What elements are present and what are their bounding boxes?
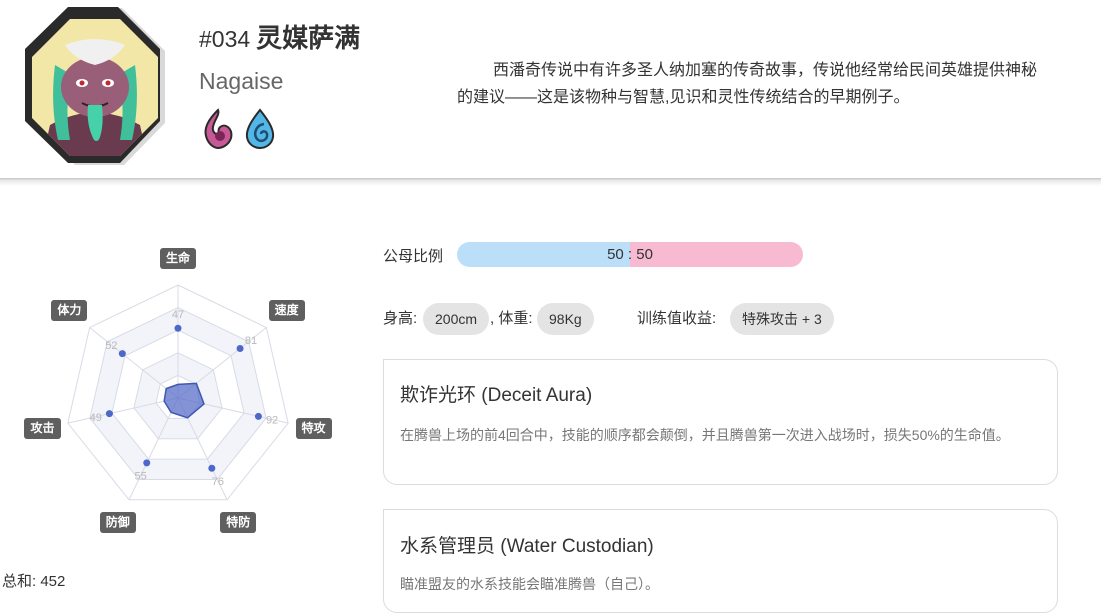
radar-stat-point — [254, 412, 262, 420]
stats-total: 总和: 452 — [2, 573, 66, 590]
monster-header: #034 灵媒萨满 Nagaise 西潘奇传说中有许多圣人纳加塞的传奇故事，传说他… — [0, 0, 1101, 178]
weight-value: 98Kg — [537, 303, 594, 335]
radar-stat-value: 76 — [212, 476, 224, 488]
radar-axis-label: 体力 — [51, 300, 88, 322]
radar-axis-label: 生命 — [160, 248, 197, 269]
spirit-type-icon[interactable] — [200, 108, 236, 150]
radar-stat-point — [118, 350, 126, 358]
ability-name: 欺诈光环 (Deceit Aura) — [400, 385, 593, 406]
description-line-1: 西潘奇传说中有许多圣人纳加塞的传奇故事，传说他经常给民间英雄提供神秘 — [493, 62, 1038, 79]
ability-name: 水系管理员 (Water Custodian) — [400, 536, 654, 557]
radar-svg: 47 81 92 76 55 49 52 — [67, 284, 289, 501]
radar-stat-value: 92 — [266, 414, 278, 426]
monster-name-en: Nagaise — [199, 68, 284, 94]
monster-number: #034 — [199, 26, 251, 52]
header-divider — [0, 178, 1101, 186]
radar-axis-label: 特防 — [220, 512, 257, 534]
ev-yield-label: 训练值收益: — [637, 310, 717, 327]
radar-axis-label: 防御 — [99, 512, 136, 534]
ev-yield-value: 特殊攻击 + 3 — [730, 303, 834, 335]
radar-stat-point — [143, 459, 151, 467]
radar-stat-point — [105, 410, 113, 418]
gender-ratio-text: 50 : 50 — [607, 246, 653, 263]
description-line-2: 的建议——这是该物种与智慧,见识和灵性传统结合的早期例子。 — [457, 89, 910, 106]
radar-stat-value: 52 — [105, 340, 117, 352]
gender-ratio-bar: 50 : 50 — [457, 242, 803, 267]
radar-stat-point — [174, 324, 182, 332]
weight-label: , 体重: — [490, 310, 533, 327]
monster-description: 西潘奇传说中有许多圣人纳加塞的传奇故事，传说他经常给民间英雄提供神秘 的建议——… — [457, 57, 1101, 111]
ability-description: 在腾兽上场的前4回合中，技能的顺序都会颠倒，并且腾兽第一次进入战场时，损失50%… — [400, 427, 1010, 443]
height-value: 200cm — [423, 303, 490, 335]
gender-ratio-label: 公母比例 — [383, 248, 444, 265]
ability-description: 瞄准盟友的水系技能会瞄准腾兽（自己）。 — [400, 576, 659, 592]
radar-stat-value: 81 — [245, 335, 257, 347]
radar-stat-point — [208, 464, 216, 472]
radar-stat-value: 47 — [172, 309, 184, 321]
radar-axis-label: 特攻 — [295, 417, 332, 439]
ability-card: 欺诈光环 (Deceit Aura) 在腾兽上场的前4回合中，技能的顺序都会颠倒… — [383, 359, 1058, 485]
ability-card: 水系管理员 (Water Custodian) 瞄准盟友的水系技能会瞄准腾兽（自… — [383, 509, 1058, 613]
radar-stat-value: 55 — [135, 471, 147, 483]
radar-axis-label: 速度 — [268, 300, 305, 322]
radar-stat-point — [236, 345, 244, 353]
stats-radar-chart: 47 81 92 76 55 49 52 生命速度特攻特防 防御 攻击 体力 — [0, 235, 360, 534]
monster-name-cn: 灵媒萨满 — [256, 23, 361, 53]
monster-title: #034 灵媒萨满 — [199, 18, 361, 53]
radar-axis-label: 攻击 — [24, 417, 61, 439]
monster-avatar — [25, 7, 165, 165]
radar-stat-value: 49 — [90, 412, 102, 424]
water-type-icon[interactable] — [242, 108, 278, 150]
height-label: 身高: — [383, 310, 418, 327]
